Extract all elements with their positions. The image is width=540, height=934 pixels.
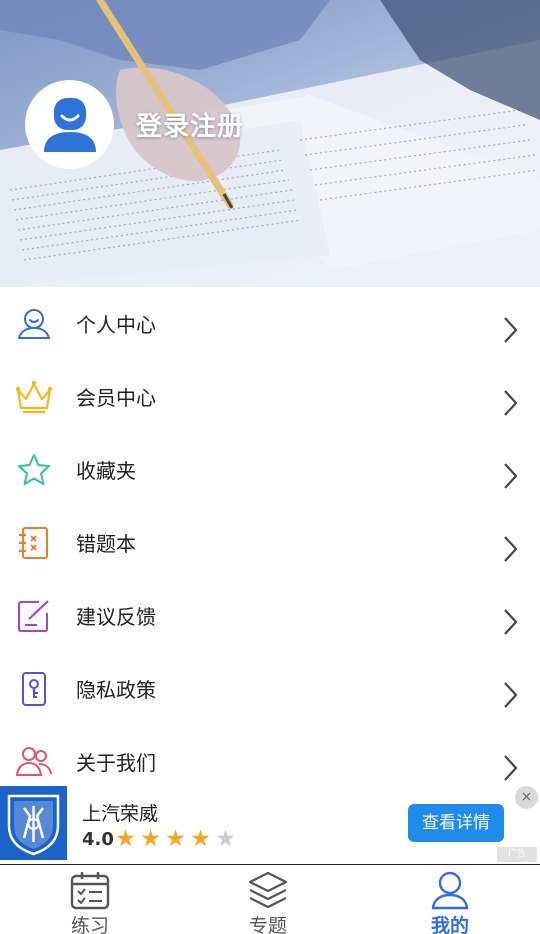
chevron-right-icon [504, 317, 518, 343]
person-icon [431, 871, 469, 910]
menu-item-label: 会员中心 [76, 386, 156, 410]
menu-item-vip-center[interactable]: 会员中心 [0, 360, 540, 433]
menu-item-label: 隐私政策 [76, 678, 156, 702]
menu-item-label: 关于我们 [76, 751, 156, 775]
profile-menu-list: 个人中心 会员中心 收藏夹 错题本 建议反馈 隐私政策 关于我们 [0, 287, 540, 798]
menu-item-label: 建议反馈 [76, 605, 156, 629]
tab-label: 我的 [430, 915, 469, 934]
feedback-edit-icon [18, 600, 49, 632]
menu-item-feedback[interactable]: 建议反馈 [0, 579, 540, 652]
bottom-tab-bar: 练习 专题 我的 [0, 864, 540, 934]
tab-practice[interactable]: 练习 [0, 865, 180, 934]
chevron-right-icon [504, 463, 518, 489]
tab-mine[interactable]: 我的 [360, 865, 540, 934]
menu-item-label: 个人中心 [76, 313, 156, 337]
default-avatar-icon [43, 97, 96, 152]
login-register-link[interactable]: 登录注册 [136, 106, 244, 143]
menu-item-label: 收藏夹 [76, 459, 136, 483]
star-icon [18, 454, 50, 485]
menu-item-privacy-policy[interactable]: 隐私政策 [0, 652, 540, 725]
group-icon [15, 747, 52, 776]
ad-title: 上汽荣威 [82, 803, 159, 825]
view-details-button[interactable]: 查看详情 [408, 804, 504, 842]
star-filled-icon: ★ [140, 826, 161, 852]
chevron-right-icon [504, 682, 518, 708]
chevron-right-icon [504, 755, 518, 781]
user-avatar[interactable] [25, 80, 114, 169]
layers-icon [248, 871, 288, 909]
ad-close-button[interactable]: × [515, 786, 538, 809]
star-filled-icon: ★ [115, 826, 136, 852]
chevron-right-icon [504, 536, 518, 562]
roewe-logo [0, 786, 67, 860]
menu-item-label: 错题本 [76, 532, 136, 556]
menu-item-wrong-notebook[interactable]: 错题本 [0, 506, 540, 579]
crown-icon [15, 380, 53, 414]
star-empty-icon: ★ [215, 826, 236, 852]
tab-label: 练习 [70, 915, 109, 934]
wrong-notebook-icon [19, 527, 48, 559]
star-filled-icon: ★ [190, 826, 211, 852]
privacy-key-icon [22, 672, 46, 706]
chevron-right-icon [504, 609, 518, 635]
chevron-right-icon [504, 390, 518, 416]
ad-marker-badge: 广告 [497, 847, 537, 862]
ad-banner[interactable]: 上汽荣威 4.0 ★ ★ ★ ★ ★ 查看详情 × 广告 [0, 786, 540, 864]
ad-rating-stars: ★ ★ ★ ★ ★ [113, 826, 238, 852]
roewe-shield-logo [7, 794, 60, 856]
menu-item-personal-center[interactable]: 个人中心 [0, 287, 540, 360]
person-smile-icon [17, 309, 51, 339]
star-filled-icon: ★ [165, 826, 186, 852]
tab-topics[interactable]: 专题 [178, 865, 358, 934]
tab-label: 专题 [248, 915, 287, 934]
profile-header-banner: 登录注册 [0, 0, 540, 287]
menu-item-favorites[interactable]: 收藏夹 [0, 433, 540, 506]
calendar-check-icon [70, 872, 110, 910]
ad-rating-value: 4.0 [82, 829, 114, 850]
